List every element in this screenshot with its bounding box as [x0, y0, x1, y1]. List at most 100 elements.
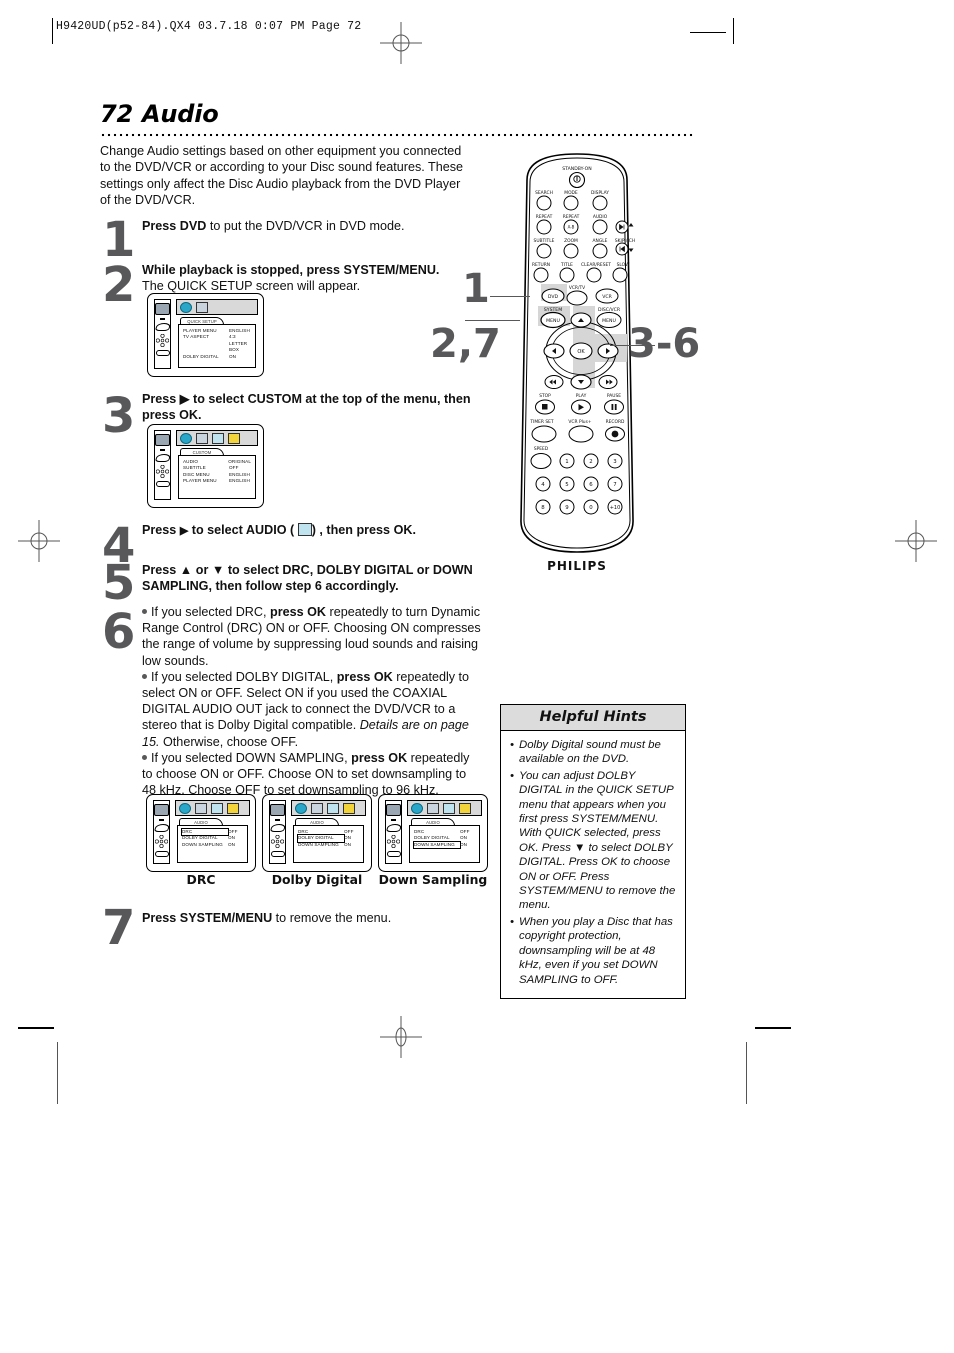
svg-text:VCR Plus+: VCR Plus+	[568, 419, 591, 425]
svg-text:STANDBY-ON: STANDBY-ON	[562, 166, 591, 172]
page-title-text: Audio	[142, 100, 219, 128]
svg-text:CLEAR/RESET: CLEAR/RESET	[581, 262, 611, 268]
tv-stand-icon	[159, 819, 164, 821]
lock-icon	[459, 802, 471, 814]
disc-icon	[154, 454, 171, 462]
hint-text: Dolby Digital sound must be available on…	[519, 739, 661, 766]
svg-text:OK: OK	[577, 349, 585, 355]
header-rule	[52, 18, 53, 44]
osd-icon-row	[176, 299, 258, 315]
osd-row-selected: DOWN SAMPLING ON	[413, 840, 475, 850]
osd-row: DOWN SAMPLING ON	[298, 842, 359, 848]
osd-row-label: DOWN SAMPLING	[298, 841, 339, 847]
hint-bullet-icon: •	[510, 739, 514, 751]
svg-text:2: 2	[589, 459, 592, 465]
osd-row-value: ENGLISH	[229, 478, 250, 484]
osd-sidebar	[154, 430, 171, 500]
svg-text:5: 5	[565, 482, 568, 488]
page-title: 72 Audio	[100, 100, 219, 128]
osd-icon-row	[291, 800, 366, 816]
step-text-5: Press ▲ or ▼ to select DRC, DOLBY DIGITA…	[142, 562, 482, 594]
svg-text:+10: +10	[610, 505, 621, 511]
osd-row-value: ON	[460, 841, 468, 847]
svg-text:RECORD: RECORD	[606, 419, 625, 425]
svg-text:TIMER SET: TIMER SET	[529, 419, 554, 425]
ok-icon	[386, 851, 401, 857]
step-number-7: 7	[102, 900, 136, 956]
osd-row-label: DOLBY DIGITAL	[183, 353, 219, 359]
bullet-icon	[142, 609, 147, 614]
osd-row-value: ON	[229, 353, 237, 359]
svg-text:PAUSE: PAUSE	[607, 393, 621, 399]
bullet-3-part-b: press OK	[351, 750, 408, 765]
osd-row-value: 4:3 LETTER BOX	[229, 334, 248, 353]
osd-audio-dolby: AUDIO DRC OFF DOLBY DIGITAL ON DOWN SAMPLI…	[262, 794, 372, 872]
remote-control-illustration: STANDBY-ON SEARCH MODE DISPLAY REPEAT RE…	[497, 148, 657, 608]
osd-sidebar	[154, 299, 171, 369]
osd-row: DOLBY DIGITAL ON	[183, 354, 251, 360]
dpad-icon	[270, 834, 285, 849]
osd-row: PLAYER MENU ENGLISH	[183, 478, 251, 484]
osd-row-value: ON	[228, 841, 236, 847]
intro-paragraph: Change Audio settings based on other equ…	[100, 144, 464, 208]
helpful-hints-body: • Dolby Digital sound must be available …	[501, 731, 685, 998]
step-text-3: Press ▶ to select CUSTOM at the top of t…	[142, 391, 477, 423]
step-2-lead: While playback is stopped, press SYSTEM/…	[142, 263, 440, 277]
hint-item: • When you play a Disc that has copyrigh…	[510, 915, 676, 987]
bullet-3-part-a: If you selected DOWN SAMPLING,	[151, 750, 352, 765]
registration-mark-bottom	[380, 1016, 422, 1058]
svg-text:PHILIPS: PHILIPS	[547, 559, 607, 573]
screen-icon	[195, 802, 207, 814]
osd-row-label: DOWN SAMPLING	[182, 841, 223, 847]
lock-icon	[228, 432, 240, 444]
screen-icon	[196, 301, 208, 313]
step-7-lead: Press SYSTEM/MENU	[142, 911, 273, 925]
audio-icon	[211, 802, 223, 814]
bullet-2-part-a: If you selected DOLBY DIGITAL,	[151, 669, 337, 684]
callout-3-6: 3-6	[628, 321, 701, 367]
dpad-icon	[386, 834, 401, 849]
tv-stand-icon	[160, 318, 165, 320]
osd-row: TV ASPECT 4:3 LETTER BOX	[183, 334, 251, 353]
header-dash-right	[690, 32, 726, 33]
page-number: 72	[100, 100, 133, 128]
step-1-rest: to put the DVD/VCR in DVD mode.	[206, 219, 405, 233]
step-1-lead: Press DVD	[142, 219, 207, 233]
globe-icon	[295, 802, 307, 814]
osd-row-label: DOWN SAMPLING	[413, 840, 461, 850]
title-dotted-rule	[100, 133, 695, 137]
osd-panel: PLAYER MENU ENGLISH TV ASPECT 4:3 LETTER B…	[178, 324, 256, 368]
svg-text:SKIP / CH: SKIP / CH	[615, 238, 635, 244]
step-number-5: 5	[102, 555, 136, 611]
hint-item: • Dolby Digital sound must be available …	[510, 738, 676, 767]
tv-icon	[155, 303, 170, 315]
lock-icon	[227, 802, 239, 814]
osd-caption-drc: DRC	[186, 872, 216, 887]
step-6-bullet: If you selected DOLBY DIGITAL, press OK …	[142, 669, 482, 750]
step-text-4: Press ▶ to select AUDIO ( ) , then press…	[142, 522, 482, 539]
svg-text:SUBTITLE: SUBTITLE	[534, 238, 555, 244]
ok-icon	[154, 851, 169, 857]
svg-text:AUDIO: AUDIO	[593, 214, 608, 220]
helpful-hints-title: Helpful Hints	[501, 705, 685, 731]
manual-page: H9420UD(p52-84).QX4 03.7.18 0:07 PM Page…	[0, 0, 954, 1353]
dpad-icon	[155, 464, 170, 479]
tv-stand-icon	[275, 819, 280, 821]
osd-audio-drc: AUDIO DRC OFF DOLBY DIGITAL ON DOWN SAMPLI…	[146, 794, 256, 872]
svg-text:1: 1	[565, 459, 568, 465]
svg-text:VCR/TV: VCR/TV	[569, 285, 585, 291]
step-text-7: Press SYSTEM/MENU to remove the menu.	[142, 910, 482, 926]
ok-icon	[155, 481, 170, 487]
screen-icon	[427, 802, 439, 814]
step-7-rest: to remove the menu.	[272, 911, 392, 925]
osd-panel: AUDIO ORIGINAL SUBTITLE OFF DISC MENU ENGLI…	[178, 455, 256, 499]
osd-row: DOWN SAMPLING ON	[182, 842, 243, 848]
tv-icon	[270, 804, 285, 816]
osd-quick-setup: QUICK SETUP PLAYER MENU ENGLISH TV ASPECT…	[147, 293, 264, 377]
hint-item: • You can adjust DOLBY DIGITAL in the QU…	[510, 769, 676, 913]
globe-icon	[180, 432, 192, 444]
globe-icon	[411, 802, 423, 814]
osd-icon-row	[175, 800, 250, 816]
disc-icon	[269, 824, 286, 832]
svg-text:A-B: A-B	[568, 225, 575, 230]
